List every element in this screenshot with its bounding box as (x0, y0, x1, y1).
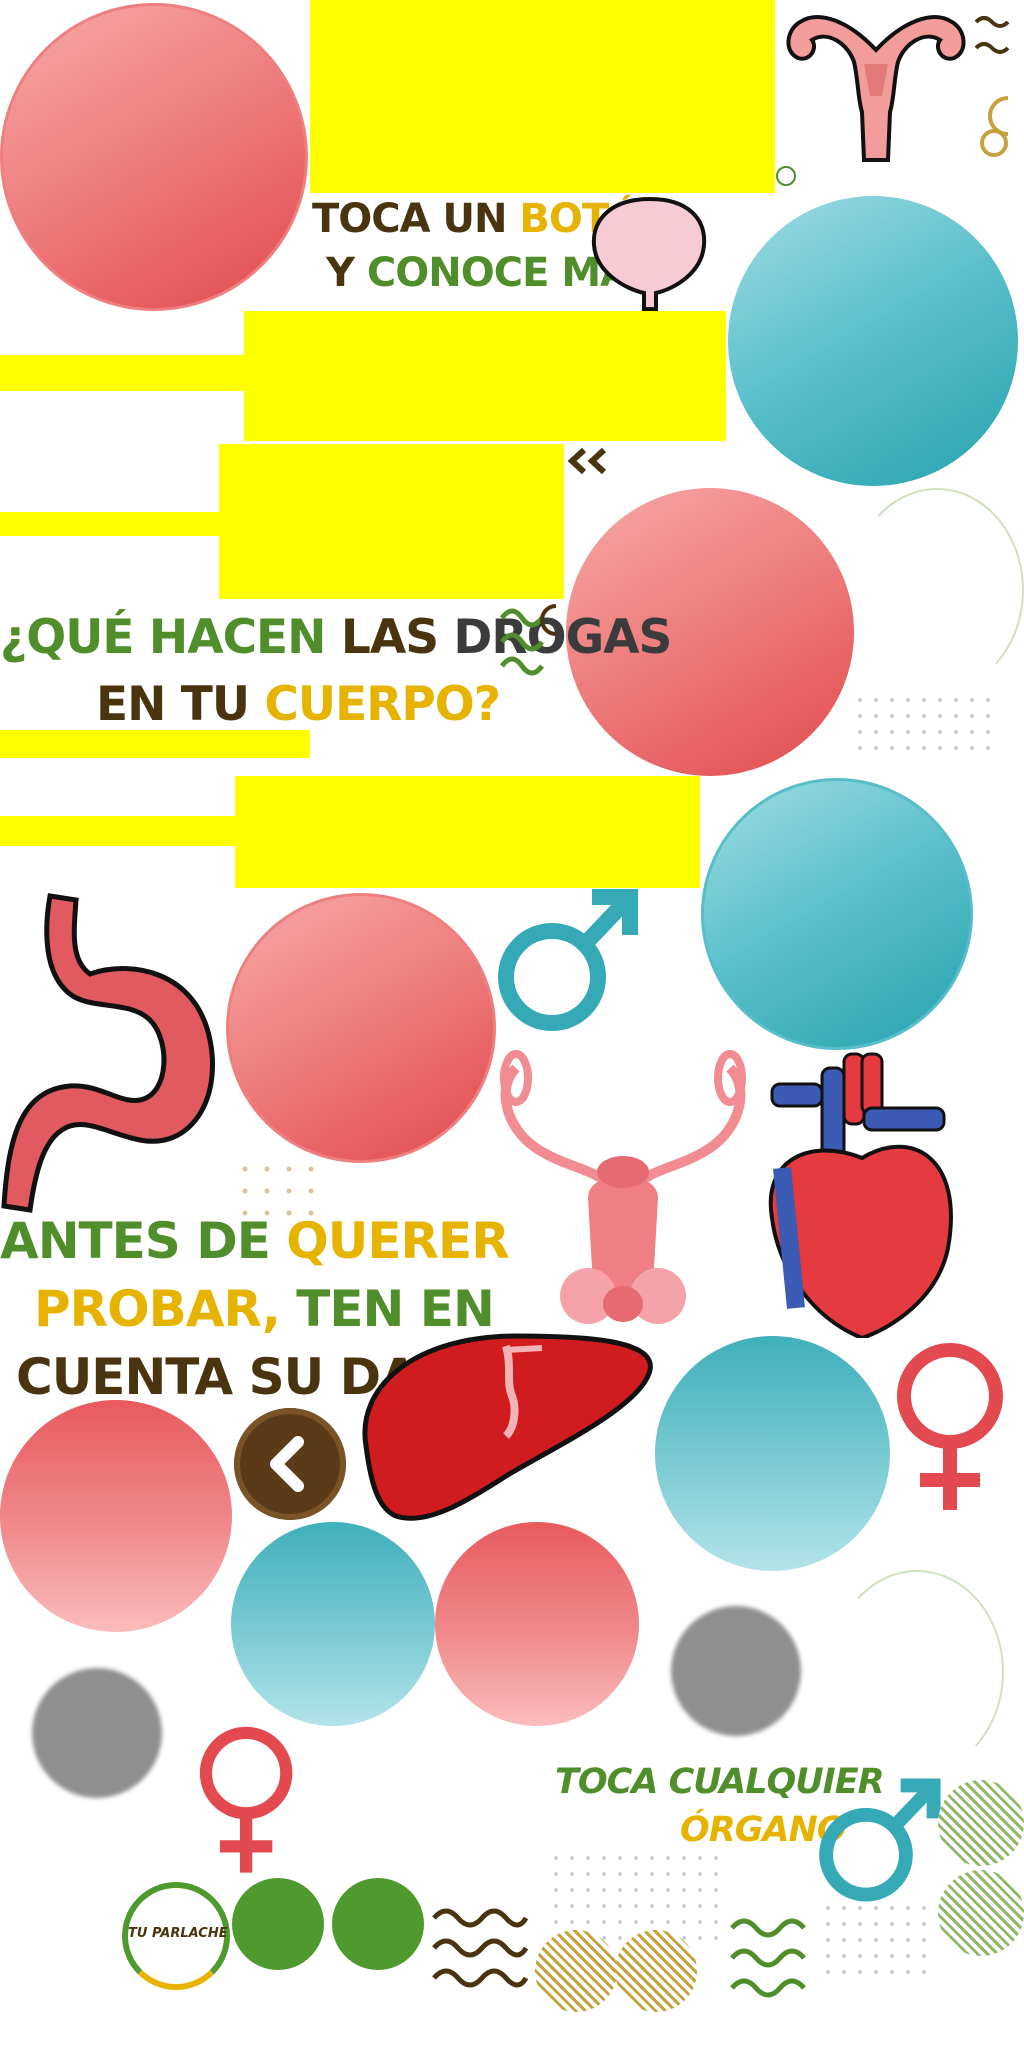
speech-bubble-icon (232, 1878, 324, 1970)
yellow-bar-1 (0, 355, 250, 391)
heading-word: HACEN (148, 610, 341, 665)
wave-lines-icon (432, 1908, 529, 1988)
double-chevron-icon[interactable] (566, 446, 612, 476)
back-chevron-icon (270, 1436, 304, 1492)
hatched-circle (615, 1930, 697, 2012)
heading-word: CUERPO? (264, 677, 501, 732)
red-circle-button-1[interactable] (0, 3, 308, 311)
uterus-icon[interactable] (778, 0, 974, 165)
hatched-circle (938, 1870, 1024, 1956)
male-symbol-icon (819, 1778, 941, 1902)
thin-arc-2 (830, 1570, 1004, 1774)
heading-word: EN TU (96, 677, 265, 732)
red-circle-button-4[interactable] (0, 1400, 232, 1632)
yellow-block-3 (219, 444, 564, 599)
dot-grid-tan (234, 1158, 324, 1218)
wave-lines-icon (499, 604, 557, 676)
yellow-block-4 (235, 776, 700, 888)
heart-icon[interactable] (752, 1048, 964, 1338)
stomach-icon[interactable] (0, 890, 230, 1220)
tu-parlache-logo: TU PARLACHE (122, 1882, 230, 1990)
dot-grid-3 (820, 1900, 930, 1980)
red-circle-button-3[interactable] (226, 893, 496, 1163)
speech-bubble-icon (332, 1878, 424, 1970)
male-symbol-icon (498, 889, 638, 1031)
gray-circle-2[interactable] (32, 1668, 162, 1798)
hatched-circle (535, 1930, 617, 2012)
yellow-bar-2 (0, 512, 224, 536)
back-button[interactable] (234, 1408, 346, 1520)
heading-word: DROGAS (453, 610, 672, 665)
dot-grid-1 (852, 692, 1002, 762)
yellow-block-2 (244, 311, 726, 441)
teal-circle-button-2[interactable] (701, 778, 973, 1050)
heading-antes-line1: ANTES DE QUERER (0, 1212, 510, 1270)
gray-circle-1[interactable] (671, 1606, 801, 1736)
wave-lines-icon (974, 16, 1010, 157)
liver-icon[interactable] (356, 1326, 656, 1526)
heading-word: Y (326, 250, 367, 296)
heading-word: TOCA UN (312, 196, 520, 242)
female-symbol-icon (199, 1726, 293, 1873)
yellow-bar-3 (0, 730, 310, 758)
teal-circle-button-1[interactable] (728, 196, 1018, 486)
wave-lines-icon (730, 1918, 806, 1998)
small-ring (776, 166, 796, 186)
teal-circle-button-3[interactable] (655, 1336, 890, 1571)
heading-word: QUERER (286, 1212, 509, 1270)
hatched-circle (938, 1780, 1024, 1866)
heading-word: ¿QUÉ (0, 610, 149, 665)
bladder-icon[interactable] (588, 193, 712, 311)
heading-que-hacen-line1: ¿QUÉ HACEN LAS DROGAS (0, 610, 672, 665)
red-circle-button-5[interactable] (435, 1522, 639, 1726)
heading-que-hacen-line2: EN TU CUERPO? (96, 677, 501, 732)
yellow-block-1 (310, 0, 775, 193)
heading-word: LAS (340, 610, 454, 665)
female-symbol-icon (897, 1343, 1003, 1510)
male-reproductive-icon[interactable] (496, 1048, 750, 1324)
thin-arc-1 (850, 488, 1024, 692)
teal-circle-button-4[interactable] (231, 1522, 435, 1726)
heading-word: PROBAR, (34, 1280, 297, 1338)
yellow-bar-4 (0, 816, 240, 846)
heading-word: ANTES DE (0, 1212, 287, 1270)
logo-text: TU PARLACHE (128, 1926, 228, 1941)
